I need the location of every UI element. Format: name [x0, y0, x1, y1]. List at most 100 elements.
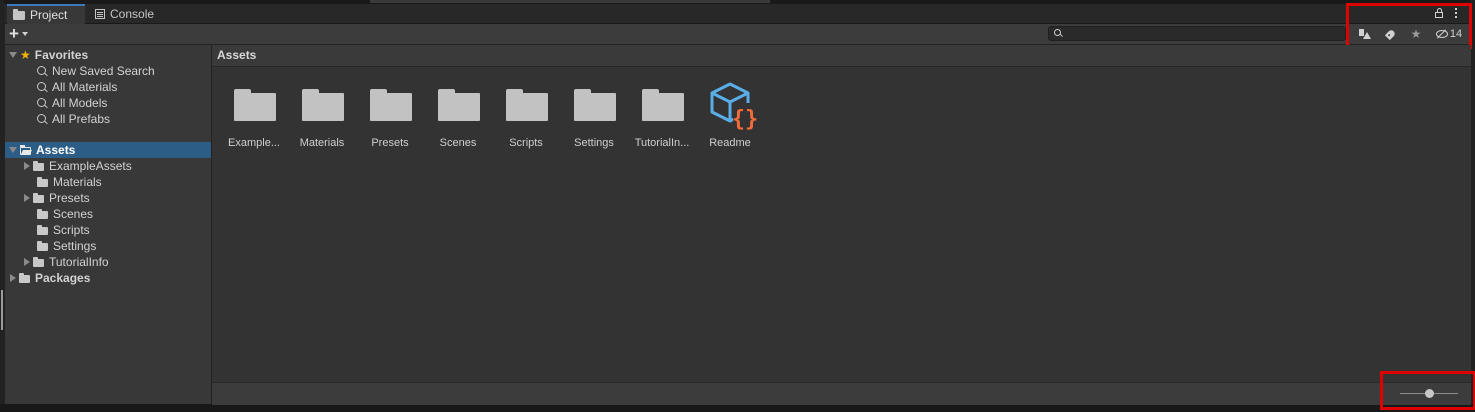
asset-folder-materials[interactable]: Materials [290, 81, 354, 153]
expand-arrow-icon[interactable] [9, 147, 17, 153]
star-icon: ★ [1410, 27, 1422, 41]
expand-arrow-icon[interactable] [10, 274, 16, 282]
search-by-label-button[interactable] [1379, 26, 1401, 42]
tree-item-tutorialinfo[interactable]: TutorialInfo [5, 254, 230, 270]
asset-label: Presets [371, 137, 409, 149]
zoom-slider-thumb[interactable] [1425, 389, 1434, 398]
svg-text:{}: {} [732, 107, 758, 131]
tree-item-settings[interactable]: Settings [5, 238, 243, 254]
expand-arrow-icon[interactable] [24, 162, 30, 170]
asset-label: Materials [299, 137, 345, 149]
hidden-packages-count: 14 [1449, 28, 1463, 40]
folder-icon [438, 89, 480, 121]
asset-grid-panel: Assets Example... Materials Presets Scen… [212, 45, 1471, 382]
tab-console-label: Console [110, 6, 155, 21]
folder-icon [574, 89, 616, 121]
folder-icon [37, 240, 48, 251]
star-icon: ★ [20, 48, 31, 62]
tree-item-assets[interactable]: Assets [5, 142, 215, 158]
folder-icon [370, 89, 412, 121]
tree-item-materials[interactable]: Materials [5, 174, 243, 190]
lock-icon[interactable] [1433, 6, 1445, 20]
breadcrumb: Assets [212, 45, 1471, 67]
readme-icon: {} [710, 82, 758, 131]
tree-item-scripts[interactable]: Scripts [5, 222, 243, 238]
favorite-item[interactable]: New Saved Search [5, 63, 243, 79]
console-icon [95, 8, 105, 19]
asset-folder-settings[interactable]: Settings [562, 81, 626, 153]
caret-down-icon [21, 31, 28, 36]
asset-folder-scripts[interactable]: Scripts [494, 81, 558, 153]
search-input[interactable] [1065, 27, 1335, 40]
breadcrumb-assets[interactable]: Assets [217, 48, 256, 62]
expand-arrow-icon[interactable] [9, 52, 17, 58]
tree-item-presets[interactable]: Presets [5, 190, 230, 206]
favorites-label: Favorites [34, 48, 89, 62]
favorite-item-label: New Saved Search [52, 64, 155, 78]
tree-item-label: ExampleAssets [49, 159, 132, 173]
asset-label: TutorialIn... [634, 137, 690, 149]
project-window: Project Console + ★ 14 ★ Favorites New S… [4, 3, 1475, 410]
favorite-item[interactable]: All Prefabs [5, 111, 243, 127]
tree-item-exampleassets[interactable]: ExampleAssets [5, 158, 230, 174]
tree-item-scenes[interactable]: Scenes [5, 206, 243, 222]
tree-item-label: TutorialInfo [49, 255, 109, 269]
folder-icon [37, 224, 48, 235]
folder-icon [13, 8, 25, 20]
asset-folder-scenes[interactable]: Scenes [426, 81, 490, 153]
search-icon [1054, 29, 1061, 36]
zoom-slider[interactable] [1400, 388, 1458, 400]
folder-icon [37, 176, 48, 187]
favorite-item[interactable]: All Materials [5, 79, 243, 95]
tab-bar: Project Console [5, 4, 1471, 24]
save-search-button[interactable]: ★ [1405, 26, 1427, 42]
more-options-icon[interactable] [1451, 6, 1461, 20]
asset-label: Scenes [439, 137, 477, 149]
folder-open-icon [20, 144, 31, 155]
favorite-item-label: All Materials [52, 80, 118, 94]
folder-icon [37, 208, 48, 219]
favorites-header[interactable]: ★ Favorites [5, 47, 215, 63]
expand-arrow-icon[interactable] [24, 194, 30, 202]
asset-label: Readme [709, 137, 751, 149]
folder-icon [33, 192, 44, 203]
tree-item-label: Materials [53, 175, 102, 189]
create-button[interactable]: + [9, 25, 39, 42]
bottom-strip [0, 404, 1475, 412]
asset-folder-tutorialinfo[interactable]: TutorialIn... [630, 81, 694, 153]
search-icon [37, 65, 46, 75]
tab-project[interactable]: Project [7, 4, 85, 24]
tab-project-label: Project [30, 8, 68, 22]
asset-label: Example... [228, 137, 280, 149]
tree-item-label: Scripts [53, 223, 90, 237]
folder-icon [302, 89, 344, 121]
tab-console[interactable]: Console [89, 4, 169, 23]
shapes-icon [1358, 29, 1371, 39]
project-footer [212, 371, 1475, 410]
tree-item-packages[interactable]: Packages [5, 270, 216, 286]
plus-icon: + [9, 24, 19, 43]
tree-item-label: Settings [53, 239, 97, 253]
search-by-type-button[interactable] [1353, 26, 1375, 42]
favorite-item[interactable]: All Models [5, 95, 243, 111]
favorite-item-label: All Models [52, 96, 108, 110]
tree-item-label: Assets [36, 143, 76, 157]
eye-slash-icon [1435, 30, 1448, 38]
folder-icon [506, 89, 548, 121]
asset-folder-exampleassets[interactable]: Example... [222, 81, 286, 153]
folder-icon [33, 160, 44, 171]
project-toolbar: + ★ 14 [5, 24, 1471, 45]
folder-icon [234, 89, 276, 121]
folder-icon [33, 256, 44, 267]
expand-arrow-icon[interactable] [24, 258, 30, 266]
asset-folder-presets[interactable]: Presets [358, 81, 422, 153]
search-field[interactable] [1048, 26, 1346, 41]
search-icon [37, 97, 46, 107]
asset-readme[interactable]: {} Readme [698, 81, 762, 153]
folder-icon [642, 89, 684, 121]
folder-tree: ★ Favorites New Saved Search All Materia… [5, 45, 215, 404]
tree-item-label: Presets [49, 191, 90, 205]
tree-item-label: Scenes [53, 207, 94, 221]
asset-label: Settings [574, 137, 614, 149]
hidden-packages-toggle[interactable]: 14 [1431, 26, 1467, 42]
